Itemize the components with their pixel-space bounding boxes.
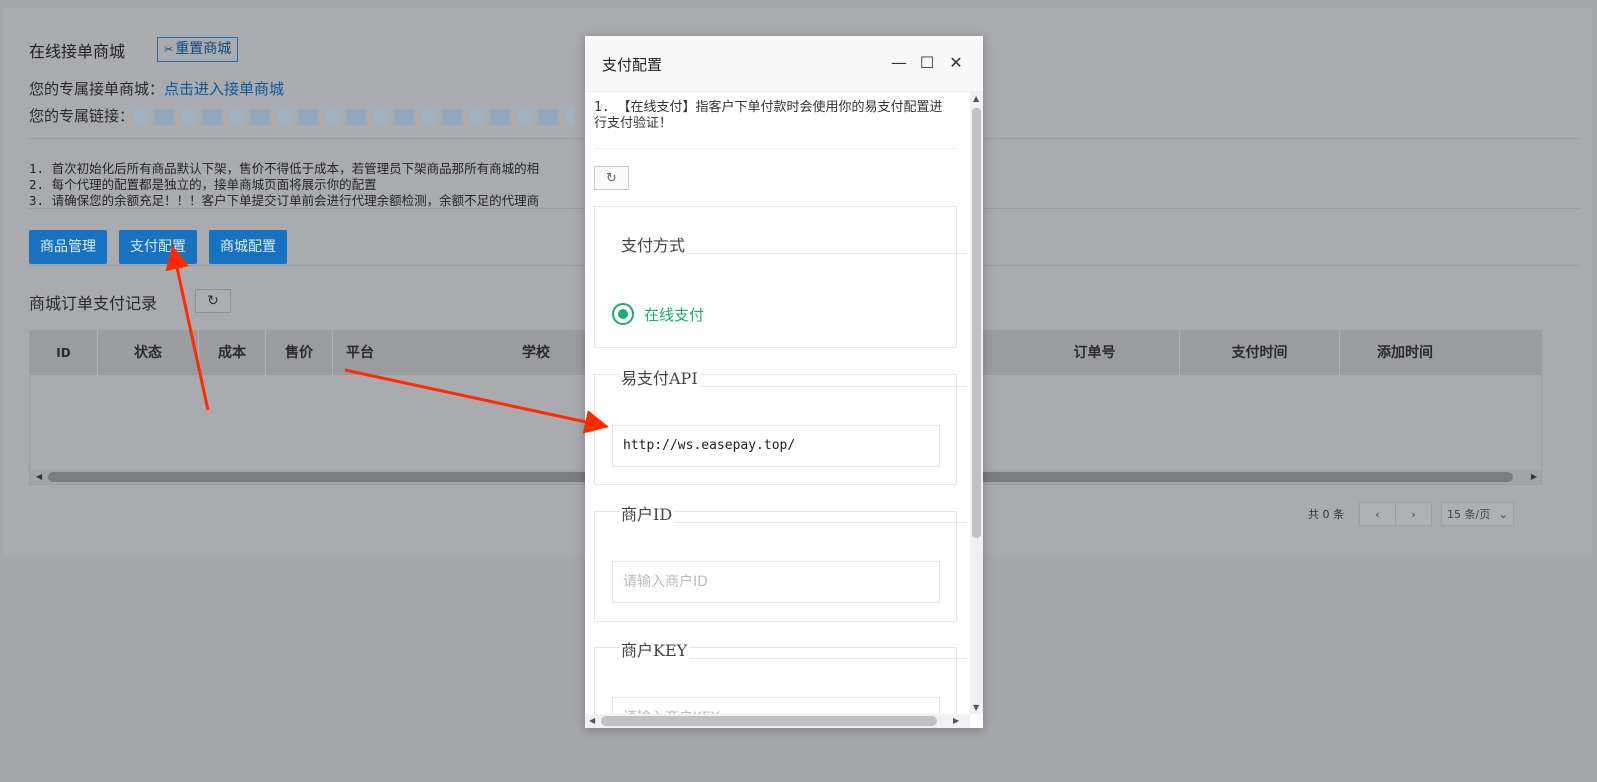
refresh-button[interactable]: ↻ (195, 289, 231, 313)
col-pay-time[interactable]: 支付时间 (1180, 331, 1340, 375)
col-price[interactable]: 售价 (266, 331, 333, 375)
scrollbar-thumb[interactable] (972, 108, 981, 538)
maximize-icon[interactable]: ☐ (918, 53, 936, 73)
pager-total: 共 0 条 (1308, 508, 1344, 521)
merchant-id-legend: 商户ID (619, 501, 675, 525)
scroll-up-icon[interactable]: ▲ (973, 94, 979, 103)
wrench-icon: ✂ (164, 43, 174, 56)
next-page-button[interactable]: › (1395, 502, 1432, 526)
online-pay-label: 在线支付 (644, 305, 705, 324)
blurred-link (134, 108, 575, 125)
merchant-key-legend: 商户KEY (619, 637, 690, 661)
payment-config-button[interactable]: 支付配置 (119, 230, 197, 264)
col-status[interactable]: 状态 (98, 331, 199, 375)
page-title: 在线接单商城 (29, 42, 126, 61)
modal-refresh-button[interactable]: ↻ (594, 166, 629, 190)
reset-mall-label: 重置商城 (175, 41, 232, 57)
note-line: 2. 每个代理的配置都是独立的，接单商城页面将展示你的配置 (29, 177, 377, 192)
api-url-input[interactable]: http://ws.easepay.top/ (612, 425, 940, 467)
note-line: 3. 请确保您的余额充足！！！客户下单提交订单前会进行代理余额检测，余额不足的代… (29, 193, 540, 208)
method-fieldset (594, 206, 957, 348)
note-line: 1. 首次初始化后所有商品默认下架，售价不得低于成本，若管理员下架商品那所有商城… (29, 161, 540, 176)
scroll-down-icon[interactable]: ▼ (973, 703, 979, 712)
payment-config-modal: 支付配置 — ☐ ✕ 1. 【在线支付】指客户下单付款时会使用你的易支付配置进行… (585, 36, 983, 728)
online-pay-radio[interactable]: 在线支付 (612, 303, 704, 325)
chevron-right-icon: › (1411, 507, 1416, 521)
mall-line: 您的专属接单商城：点击进入接单商城 (29, 78, 284, 99)
api-legend: 易支付API (619, 365, 700, 389)
page-size-select[interactable]: 15 条/页 ⌄ (1441, 502, 1514, 526)
close-icon[interactable]: ✕ (947, 53, 965, 73)
chevron-down-icon: ⌄ (1498, 507, 1508, 521)
refresh-icon: ↻ (606, 170, 617, 186)
modal-horizontal-scrollbar[interactable]: ◀ ▶ (585, 714, 970, 728)
divider (594, 148, 957, 149)
merchant-id-input[interactable]: 请输入商户ID (612, 561, 940, 603)
reset-mall-button[interactable]: ✂ 重置商城 (157, 37, 239, 62)
scroll-left-icon[interactable]: ◀ (589, 716, 595, 725)
mall-prefix: 您的专属接单商城： (29, 80, 165, 98)
merchant-key-input[interactable]: 请输入商户KEY (612, 697, 940, 714)
scroll-right-icon[interactable]: ▶ (1531, 472, 1537, 481)
col-platform[interactable]: 平台 (346, 331, 426, 375)
modal-body: 1. 【在线支付】指客户下单付款时会使用你的易支付配置进行支付验证！ ↻ 支付方… (585, 92, 970, 714)
prev-page-button[interactable]: ‹ (1359, 502, 1396, 526)
modal-vertical-scrollbar[interactable]: ▲ ▼ (970, 92, 983, 714)
goods-management-button[interactable]: 商品管理 (29, 230, 107, 264)
mall-config-button[interactable]: 商城配置 (209, 230, 287, 264)
scrollbar-thumb[interactable] (601, 716, 937, 726)
radio-checked-icon (612, 303, 634, 325)
records-title: 商城订单支付记录 (29, 294, 158, 313)
modal-tip: 1. 【在线支付】指客户下单付款时会使用你的易支付配置进行支付验证！ (594, 100, 943, 131)
method-legend: 支付方式 (619, 232, 688, 256)
minimize-icon[interactable]: — (890, 53, 908, 73)
modal-header: 支付配置 — ☐ ✕ (585, 36, 983, 92)
col-cost[interactable]: 成本 (199, 331, 266, 375)
chevron-left-icon: ‹ (1375, 507, 1380, 521)
col-id[interactable]: ID (30, 331, 98, 375)
page-size-value: 15 条/页 (1447, 508, 1491, 521)
mall-link[interactable]: 点击进入接单商城 (164, 80, 284, 98)
modal-title: 支付配置 (602, 56, 663, 74)
col-order-no[interactable]: 订单号 (1010, 331, 1180, 375)
scroll-right-icon[interactable]: ▶ (953, 716, 959, 725)
link-prefix: 您的专属链接： (29, 107, 135, 125)
col-school[interactable]: 学校 (522, 331, 582, 375)
scroll-left-icon[interactable]: ◀ (36, 472, 42, 481)
refresh-icon: ↻ (207, 293, 219, 309)
link-line: 您的专属链接： (29, 105, 575, 126)
col-add-time[interactable]: 添加时间 (1340, 331, 1470, 375)
notes: 1. 首次初始化后所有商品默认下架，售价不得低于成本，若管理员下架商品那所有商城… (29, 161, 589, 209)
